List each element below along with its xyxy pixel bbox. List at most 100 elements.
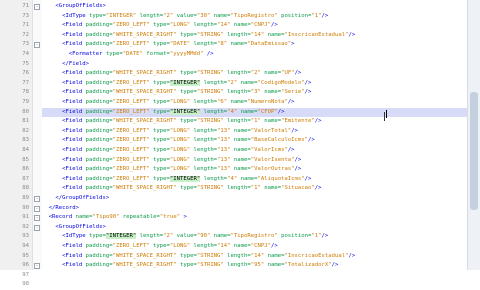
code-token: name= (210, 233, 231, 240)
code-line[interactable]: </Record> (42, 204, 79, 214)
code-token: name= (260, 185, 282, 192)
code-line[interactable]: <Field padding="ZERO_LEFT" type="INTEGER… (42, 79, 311, 89)
code-line[interactable]: <IdType type="INTEGER" length="2" value=… (42, 12, 328, 22)
fold-toggle-icon[interactable]: - (34, 196, 40, 202)
code-token: "LONG" (169, 243, 191, 249)
line-number: 79 (22, 99, 29, 105)
code-line[interactable]: <Field padding="WHITE_SPACE_RIGHT" type=… (42, 252, 355, 262)
code-token: "TipoRegistro" (230, 233, 278, 240)
code-token: <IdType (62, 12, 90, 19)
code-line[interactable]: </GroupOfFields> (42, 194, 109, 204)
code-line[interactable]: <Formatter type="DATE" format="yyyyMMdd"… (42, 50, 214, 60)
line-number: 71 (22, 3, 29, 9)
code-token: "2" (163, 233, 174, 240)
code-token: length= (223, 185, 251, 192)
code-token: "1" (250, 185, 261, 192)
fold-toggle-icon[interactable]: - (34, 224, 40, 231)
code-token: "LONG" (169, 99, 191, 105)
code-token: padding= (85, 70, 113, 77)
code-line[interactable]: <Field padding="WHITE_SPACE_RIGHT" type=… (42, 117, 322, 127)
code-line[interactable]: <GroupOfFields> (42, 223, 106, 233)
code-token: padding= (85, 89, 113, 96)
code-token: "14" (217, 243, 231, 249)
line-number: 95 (22, 252, 29, 259)
code-token: "STRING" (196, 252, 224, 259)
code-token: "WHITE_SPACE_RIGHT" (112, 31, 177, 38)
scrollbar-thumb[interactable] (470, 92, 478, 210)
line-number: 84 (22, 147, 29, 153)
code-token: length= (190, 99, 218, 105)
current-code-line[interactable]: <Field padding="ZERO_LEFT" type="INTEGER… (42, 107, 468, 118)
code-token: "LONG" (169, 137, 191, 144)
code-token: <IdType (62, 233, 90, 240)
code-token: padding= (85, 156, 113, 163)
code-line[interactable]: <Field padding="ZERO_LEFT" type="DATE" l… (42, 40, 294, 50)
code-token: <Field (62, 41, 86, 48)
code-token: "13" (217, 127, 231, 134)
code-token: > (180, 214, 187, 221)
xml-code-editor[interactable]: 71 73 71 72 73 74 75 76 77 78 79 80 81 82 83 84 85 86 87 88… (0, 0, 480, 287)
code-token: padding= (85, 108, 113, 115)
code-token: "2" (227, 79, 238, 86)
code-line[interactable]: <GroupOfFields> (42, 2, 106, 12)
code-token: "13" (217, 137, 231, 144)
code-token: padding= (85, 137, 113, 144)
fold-toggle-icon[interactable]: - (34, 263, 40, 270)
code-token: type= (149, 243, 170, 249)
code-token: <GroupOfFields> (55, 223, 106, 230)
code-line[interactable]: <Field padding="ZERO_LEFT" type="LONG" l… (42, 98, 294, 108)
code-token: padding= (85, 31, 113, 38)
vertical-scrollbar[interactable] (467, 0, 480, 270)
code-line[interactable]: <Field padding="ZERO_LEFT" type="LONG" l… (42, 21, 278, 31)
code-line[interactable]: <Field padding="WHITE_SPACE_RIGHT" type=… (42, 184, 321, 194)
code-line[interactable]: <Field padding="ZERO_LEFT" type="LONG" l… (42, 127, 298, 137)
code-token: "DATE" (122, 51, 143, 57)
code-token: "4" (227, 108, 238, 115)
code-line[interactable]: <Field padding="ZERO_LEFT" type="LONG" l… (42, 242, 278, 252)
fold-toggle-icon[interactable]: - (34, 205, 40, 212)
code-line[interactable]: </Field> (42, 60, 89, 70)
line-number: 75 (22, 60, 29, 67)
code-token: /> (321, 12, 329, 19)
code-token: name= (230, 147, 251, 153)
code-token: type= (149, 79, 170, 86)
code-token: length= (190, 137, 218, 144)
code-line[interactable]: <Field padding="ZERO_LEFT" type="INTEGER… (42, 175, 311, 185)
code-line[interactable]: <Field padding="ZERO_LEFT" type="LONG" l… (42, 165, 301, 175)
fold-toggle-icon[interactable]: - (34, 4, 40, 10)
code-token: "6" (217, 99, 228, 105)
code-token: "ValorTotal" (250, 127, 292, 134)
code-token: "90" (196, 233, 211, 240)
code-token: length= (223, 31, 251, 38)
code-line[interactable]: <Field padding="WHITE_SPACE_RIGHT" type=… (42, 31, 355, 41)
code-token: type= (149, 156, 170, 163)
line-number: 82 (22, 127, 29, 134)
code-token: /> (203, 51, 214, 57)
code-token: "CNPJ" (250, 22, 271, 29)
line-number: 80 (22, 108, 29, 115)
code-text-area[interactable]: <GroupOfFields> <IdType type="INTEGER" le… (42, 0, 468, 270)
code-token: <Field (62, 252, 86, 259)
line-number: 92 (22, 223, 29, 230)
code-line[interactable]: <Field padding="ZERO_LEFT" type="LONG" l… (42, 146, 294, 156)
fold-toggle-icon[interactable]: - (34, 42, 40, 49)
code-line[interactable]: <Field padding="WHITE_SPACE_RIGHT" type=… (42, 261, 338, 270)
code-token: padding= (85, 22, 113, 29)
code-line[interactable]: <Field padding="WHITE_SPACE_RIGHT" type=… (42, 88, 311, 98)
code-line[interactable]: <Field padding="ZERO_LEFT" type="LONG" l… (42, 156, 301, 166)
code-line[interactable]: <Record name="Tipo90" repeatable="true" … (42, 213, 187, 223)
fold-toggle-icon[interactable]: - (34, 215, 40, 222)
code-token: "STRING" (196, 262, 224, 269)
code-token: "ZERO_LEFT" (112, 147, 150, 153)
code-line[interactable]: <Field padding="WHITE_SPACE_RIGHT" type=… (42, 69, 301, 79)
code-token: type= (149, 175, 170, 182)
code-token: "13" (217, 156, 231, 163)
code-token: "STRING" (196, 89, 224, 96)
code-token: type= (89, 12, 106, 19)
code-line[interactable]: <Field padding="ZERO_LEFT" type="LONG" l… (42, 136, 315, 146)
code-line[interactable]: <IdType type="INTEGER" length="2" value=… (42, 232, 328, 242)
line-number: 86 (22, 166, 29, 173)
code-token: /> (314, 118, 322, 125)
code-token: "14" (217, 22, 231, 29)
code-token: "ZERO_LEFT" (112, 22, 150, 29)
